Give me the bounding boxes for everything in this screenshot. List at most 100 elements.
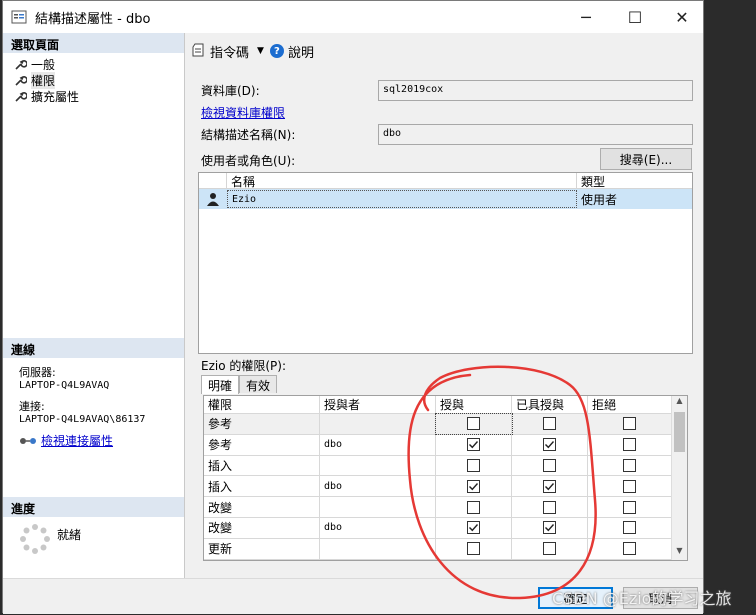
schema-name-field: dbo [378,124,693,145]
checkmark-icon [545,482,555,491]
deny-checkbox[interactable] [623,500,636,514]
progress-header: 進度 [3,497,184,517]
checkmark-icon [469,441,479,449]
search-button[interactable]: 搜尋(E)... [600,148,692,170]
grant-cell [436,538,512,559]
deny-cell [588,414,672,434]
permission-cell: 更新 [204,538,320,559]
grant-cell [435,413,513,435]
script-dropdown-icon[interactable]: ▼ [257,46,264,56]
tab-effective[interactable]: 有效 [239,375,278,393]
column-grant: 授與 [436,396,512,413]
page-extended-properties[interactable]: 擴充屬性 [3,88,184,104]
with-grant-checkbox[interactable] [543,438,556,452]
title-bar: 結構描述屬性 - dbo ─ ☐ ✕ [3,1,703,33]
grant-cell [436,455,512,476]
permission-cell: 參考 [204,414,320,434]
permission-row[interactable]: 參考 [204,413,687,435]
minimize-button[interactable]: ─ [563,1,609,33]
progress-spinner-icon [20,524,50,554]
with-grant-cell [512,538,588,559]
permission-row[interactable]: 參考 dbo [204,434,687,456]
toolbar: 指令碼 ▼ ? 說明 [192,41,314,61]
checkmark-icon [469,524,479,532]
schema-properties-window: 結構描述屬性 - dbo ─ ☐ ✕ 選取頁面 一般 權限 擴充屬性 連線 伺服… [2,0,704,614]
deny-cell [588,476,672,497]
properties-icon [11,10,27,24]
column-name: 名稱 [227,173,577,189]
permission-row[interactable]: 更新 [204,538,687,560]
watermark: CSDN @Ezio的学习之旅 [552,589,732,608]
script-button[interactable]: 指令碼 [210,42,249,61]
deny-checkbox[interactable] [623,417,636,431]
with-grant-checkbox[interactable] [543,458,556,472]
permissions-grid-header: 權限 授與者 授與 已具授與 拒絕 [204,396,687,414]
deny-checkbox[interactable] [623,479,636,493]
grant-checkbox[interactable] [467,479,480,493]
grantor-cell [320,538,436,559]
progress-status: 就緒 [57,527,82,542]
permission-row[interactable]: 插入 [204,455,687,477]
with-grant-cell [512,455,588,476]
user-type-cell: 使用者 [581,192,618,207]
with-grant-cell [512,517,588,538]
permission-cell: 參考 [204,434,320,455]
permission-cell: 插入 [204,455,320,476]
permission-row[interactable]: 插入 dbo [204,476,687,498]
page-extended-properties-label: 擴充屬性 [31,89,80,104]
with-grant-checkbox[interactable] [543,542,556,556]
deny-checkbox[interactable] [623,521,636,535]
permission-row[interactable]: 改變 [204,497,687,518]
grant-cell [436,517,512,538]
grantor-cell [320,455,436,476]
with-grant-cell [512,434,588,455]
view-database-permissions-link[interactable]: 檢視資料庫權限 [201,104,285,121]
deny-checkbox[interactable] [623,458,636,472]
schema-name-label: 結構描述名稱(N): [201,128,296,142]
server-value: LAPTOP-Q4L9AVAQ [19,380,110,391]
close-button[interactable]: ✕ [659,1,705,33]
checkmark-icon [545,441,555,449]
grant-checkbox[interactable] [467,521,480,535]
scroll-down-icon[interactable]: ▼ [672,546,687,560]
deny-cell [588,538,672,559]
maximize-button[interactable]: ☐ [612,1,658,33]
column-grantor: 授與者 [320,396,436,413]
grant-checkbox[interactable] [467,500,480,514]
users-roles-label: 使用者或角色(U): [201,154,296,168]
deny-cell [588,455,672,476]
checkmark-icon [545,524,555,532]
with-grant-checkbox[interactable] [543,521,556,535]
checkmark-icon [469,482,479,491]
with-grant-checkbox[interactable] [543,500,556,514]
help-button[interactable]: 說明 [288,42,314,61]
permission-row[interactable]: 改變 dbo [204,517,687,539]
user-row[interactable]: Ezio 使用者 [199,189,692,209]
column-permission: 權限 [204,396,320,413]
scroll-thumb[interactable] [674,412,685,452]
view-connection-properties-link[interactable]: 檢視連接屬性 [41,432,113,449]
with-grant-checkbox[interactable] [543,417,556,431]
permissions-tabs: 明確 有效 [201,375,278,394]
deny-cell [588,497,672,517]
with-grant-checkbox[interactable] [543,479,556,493]
left-panel: 選取頁面 一般 權限 擴充屬性 連線 伺服器: LAPTOP-Q4L9AVAQ … [3,33,185,578]
permissions-rows: 參考 參考 dbo 插入 插入 dbo 改變 改變 dbo 更新 [204,413,687,560]
progress-section: 進度 就緒 [3,497,184,555]
page-general-label: 一般 [31,57,56,72]
grant-checkbox[interactable] [467,458,480,472]
deny-checkbox[interactable] [623,438,636,452]
permission-cell: 改變 [204,517,320,538]
tab-explicit[interactable]: 明確 [201,375,240,394]
grantor-cell [320,414,436,434]
page-general[interactable]: 一般 [3,56,184,72]
wrench-icon [15,76,27,86]
permissions-scrollbar[interactable]: ▲ ▼ [671,396,687,560]
scroll-up-icon[interactable]: ▲ [672,396,687,410]
page-permissions[interactable]: 權限 [3,71,184,89]
grant-checkbox[interactable] [467,417,480,431]
grant-checkbox[interactable] [467,438,480,452]
help-icon: ? [269,44,284,58]
grant-checkbox[interactable] [467,542,480,556]
deny-checkbox[interactable] [623,542,636,556]
